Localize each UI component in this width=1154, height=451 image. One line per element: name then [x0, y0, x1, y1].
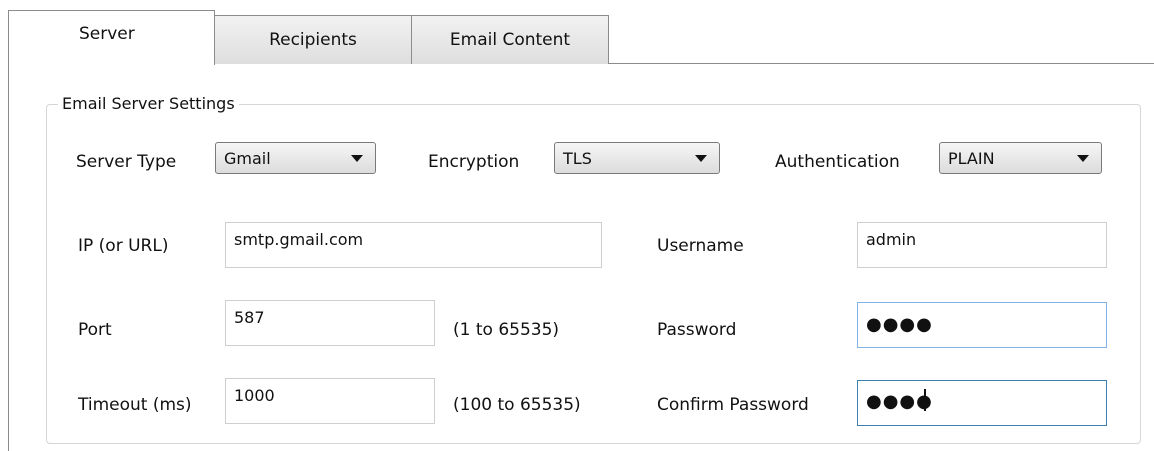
panel-border — [8, 64, 9, 451]
server-type-value: Gmail — [224, 148, 271, 168]
password-input[interactable] — [857, 302, 1107, 348]
group-title: Email Server Settings — [58, 94, 239, 114]
username-label: Username — [657, 236, 744, 256]
confirm-password-label: Confirm Password — [657, 395, 809, 415]
chevron-down-icon — [695, 154, 707, 162]
port-label: Port — [78, 320, 112, 340]
port-input[interactable] — [225, 300, 435, 346]
ip-label: IP (or URL) — [78, 236, 169, 256]
timeout-range-hint: (100 to 65535) — [453, 395, 581, 415]
timeout-label: Timeout (ms) — [78, 395, 192, 415]
tab-email-content-label: Email Content — [449, 30, 571, 50]
ip-input[interactable] — [225, 222, 602, 268]
tab-server-label: Server — [79, 24, 135, 44]
encryption-value: TLS — [563, 148, 592, 168]
server-type-label: Server Type — [76, 152, 177, 172]
chevron-down-icon — [351, 154, 363, 162]
authentication-label: Authentication — [775, 152, 900, 172]
username-input[interactable] — [857, 222, 1107, 268]
confirm-password-input[interactable] — [857, 380, 1107, 426]
tab-recipients[interactable]: Recipients — [214, 15, 412, 64]
text-caret — [924, 389, 926, 411]
tab-email-content[interactable]: Email Content — [411, 15, 609, 64]
timeout-input[interactable] — [225, 378, 435, 424]
encryption-label: Encryption — [428, 152, 520, 172]
chevron-down-icon — [1077, 154, 1089, 162]
authentication-select[interactable]: PLAIN — [939, 142, 1102, 174]
encryption-select[interactable]: TLS — [554, 142, 720, 174]
password-label: Password — [657, 320, 737, 340]
server-type-select[interactable]: Gmail — [215, 142, 376, 174]
email-settings-window: Recipients Email Content Server Email Se… — [0, 0, 1154, 451]
port-range-hint: (1 to 65535) — [453, 320, 560, 340]
tab-strip-divider — [609, 63, 1154, 64]
tab-recipients-label: Recipients — [269, 30, 357, 50]
tab-server[interactable]: Server — [8, 10, 215, 65]
authentication-value: PLAIN — [948, 148, 995, 168]
